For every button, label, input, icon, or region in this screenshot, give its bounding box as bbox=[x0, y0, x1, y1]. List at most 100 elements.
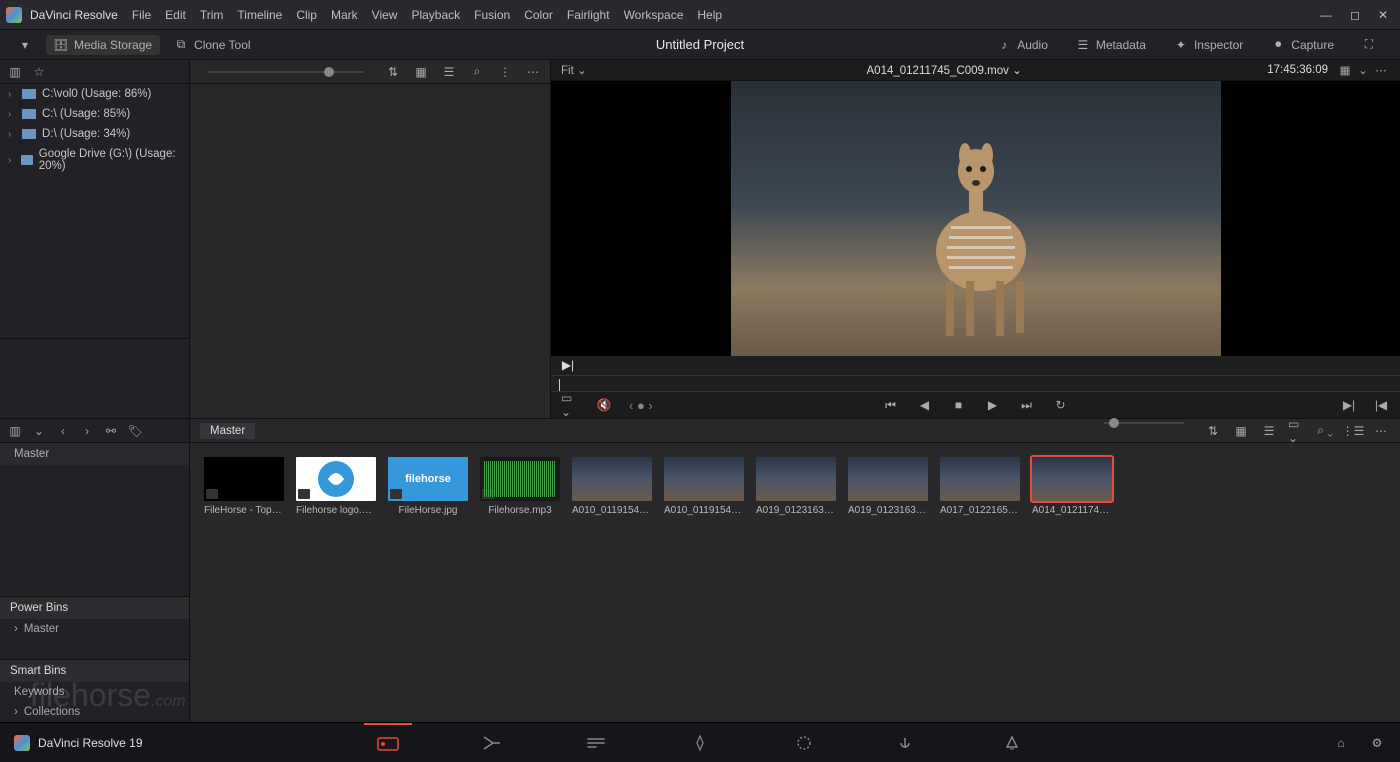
browser-body[interactable] bbox=[190, 84, 550, 418]
bin-tag-icon[interactable]: 🏷 bbox=[126, 422, 144, 440]
clip-item[interactable]: Filehorse logo.png bbox=[296, 457, 376, 516]
storage-drive-item[interactable]: ›C:\ (Usage: 85%) bbox=[0, 104, 189, 124]
pool-options-icon[interactable]: ⋯ bbox=[1372, 422, 1390, 440]
viewer-canvas[interactable] bbox=[551, 81, 1400, 356]
pool-sort-icon[interactable]: ⇅ bbox=[1204, 422, 1222, 440]
layout-toggle-button[interactable]: ▾ bbox=[10, 35, 40, 55]
clone-tool-button[interactable]: ⧉ Clone Tool bbox=[166, 35, 258, 55]
window-maximize-icon[interactable]: ◻ bbox=[1350, 8, 1360, 22]
window-minimize-icon[interactable]: — bbox=[1320, 8, 1332, 22]
filter-icon[interactable]: ⋮ bbox=[496, 63, 514, 81]
zoom-fit-dropdown[interactable]: Fit ⌄ bbox=[561, 63, 621, 77]
viewer-clip-name[interactable]: A014_01211745_C009.mov ⌄ bbox=[621, 63, 1267, 77]
power-bin-item[interactable]: ›Master bbox=[0, 619, 189, 639]
viewer-options-icon[interactable]: ⋯ bbox=[1372, 61, 1390, 79]
mark-out-icon[interactable]: ▶| bbox=[559, 356, 577, 374]
project-manager-icon[interactable]: ⌂ bbox=[1332, 734, 1350, 752]
metadata-panel-button[interactable]: ☰Metadata bbox=[1068, 35, 1154, 55]
options-icon[interactable]: ⋯ bbox=[524, 63, 542, 81]
capture-panel-button[interactable]: ⏺Capture bbox=[1263, 35, 1342, 55]
bin-dropdown-icon[interactable]: ⌄ bbox=[30, 422, 48, 440]
viewer-tc-dropdown-icon[interactable]: ⌄ bbox=[1354, 61, 1372, 79]
bin-link-icon[interactable]: ⚯ bbox=[102, 422, 120, 440]
list-view-icon[interactable]: ☰ bbox=[440, 63, 458, 81]
prev-frame-icon[interactable]: ◀ bbox=[916, 396, 934, 414]
page-deliver[interactable] bbox=[988, 723, 1036, 762]
menu-view[interactable]: View bbox=[372, 8, 398, 22]
clip-item[interactable]: FileHorse - Top 5 -… bbox=[204, 457, 284, 516]
window-close-icon[interactable]: ✕ bbox=[1378, 8, 1388, 22]
menu-timeline[interactable]: Timeline bbox=[237, 8, 282, 22]
loop-icon[interactable]: ↻ bbox=[1052, 396, 1070, 414]
media-storage-button[interactable]: 🗄 Media Storage bbox=[46, 35, 160, 55]
menu-help[interactable]: Help bbox=[697, 8, 722, 22]
search-icon[interactable]: ⌕ bbox=[468, 63, 486, 81]
clip-item[interactable]: filehorseFileHorse.jpg bbox=[388, 457, 468, 516]
page-fairlight[interactable] bbox=[884, 723, 932, 762]
clip-item[interactable]: Filehorse.mp3 bbox=[480, 457, 560, 516]
clip-caption: A017_01221659_C… bbox=[940, 505, 1020, 516]
project-settings-icon[interactable]: ⚙ bbox=[1368, 734, 1386, 752]
home-button[interactable]: DaVinci Resolve 19 bbox=[0, 735, 157, 751]
page-edit[interactable] bbox=[572, 723, 620, 762]
clip-item[interactable]: A017_01221659_C… bbox=[940, 457, 1020, 516]
mute-icon[interactable]: 🔇 bbox=[595, 396, 613, 414]
jog-control[interactable]: ‹ ● › bbox=[629, 398, 653, 413]
page-cut[interactable] bbox=[468, 723, 516, 762]
clip-item[interactable]: A010_01191542_C… bbox=[572, 457, 652, 516]
first-frame-icon[interactable]: ⏮ bbox=[882, 396, 900, 414]
viewer-scrubber[interactable] bbox=[551, 375, 1400, 392]
bin-nav-fwd-icon[interactable]: › bbox=[78, 422, 96, 440]
pool-thumb-size-slider[interactable] bbox=[1094, 422, 1194, 440]
menu-color[interactable]: Color bbox=[524, 8, 553, 22]
pool-list-icon[interactable]: ☰ bbox=[1260, 422, 1278, 440]
storage-drive-item[interactable]: ›D:\ (Usage: 34%) bbox=[0, 124, 189, 144]
pool-search-icon[interactable]: ⌕ ⌄ bbox=[1316, 422, 1334, 440]
go-to-in-icon[interactable]: ▶| bbox=[1340, 396, 1358, 414]
favorite-icon[interactable]: ☆ bbox=[30, 63, 48, 81]
menu-mark[interactable]: Mark bbox=[331, 8, 358, 22]
pool-filter-icon[interactable]: ⋮☰ bbox=[1344, 422, 1362, 440]
match-frame-icon[interactable]: ▭ ⌄ bbox=[561, 396, 579, 414]
grid-view-icon[interactable]: ▦ bbox=[412, 63, 430, 81]
smart-bin-keywords[interactable]: Keywords bbox=[0, 682, 189, 702]
page-fusion[interactable] bbox=[676, 723, 724, 762]
storage-drive-item[interactable]: ›Google Drive (G:\) (Usage: 20%) bbox=[0, 144, 189, 176]
menu-trim[interactable]: Trim bbox=[200, 8, 224, 22]
bin-layout-icon[interactable]: ▥ bbox=[6, 422, 24, 440]
page-color[interactable] bbox=[780, 723, 828, 762]
thumbnail-size-slider[interactable] bbox=[198, 71, 374, 73]
viewer-tc-mode-icon[interactable]: ▦ bbox=[1336, 61, 1354, 79]
active-bin[interactable]: Master bbox=[0, 443, 189, 465]
stop-icon[interactable]: ■ bbox=[950, 396, 968, 414]
pool-strip-icon[interactable]: ▭ ⌄ bbox=[1288, 422, 1306, 440]
clip-item[interactable]: A014_01211745_C… bbox=[1032, 457, 1112, 516]
go-to-out-icon[interactable]: |◀ bbox=[1372, 396, 1390, 414]
menu-fairlight[interactable]: Fairlight bbox=[567, 8, 610, 22]
clip-item[interactable]: A019_01231639_C… bbox=[848, 457, 928, 516]
metadata-label: Metadata bbox=[1096, 38, 1146, 52]
menu-fusion[interactable]: Fusion bbox=[474, 8, 510, 22]
sort-icon[interactable]: ⇅ bbox=[384, 63, 402, 81]
storage-drive-item[interactable]: ›C:\vol0 (Usage: 86%) bbox=[0, 84, 189, 104]
expand-button[interactable]: ⛶ bbox=[1354, 35, 1384, 55]
page-media[interactable] bbox=[364, 723, 412, 762]
menu-workspace[interactable]: Workspace bbox=[624, 8, 684, 22]
viewer-timecode[interactable]: 17:45:36:09 bbox=[1267, 64, 1328, 76]
panel-layout-icon[interactable]: ▥ bbox=[6, 63, 24, 81]
bin-breadcrumb[interactable]: Master bbox=[200, 423, 255, 439]
menu-clip[interactable]: Clip bbox=[296, 8, 317, 22]
source-viewer: Fit ⌄ A014_01211745_C009.mov ⌄ 17:45:36:… bbox=[550, 60, 1400, 418]
smart-bin-collections[interactable]: ›Collections bbox=[0, 702, 189, 722]
play-icon[interactable]: ▶ bbox=[984, 396, 1002, 414]
audio-panel-button[interactable]: ♪Audio bbox=[989, 35, 1056, 55]
menu-edit[interactable]: Edit bbox=[165, 8, 186, 22]
inspector-panel-button[interactable]: ✦Inspector bbox=[1166, 35, 1251, 55]
menu-playback[interactable]: Playback bbox=[411, 8, 460, 22]
pool-grid-icon[interactable]: ▦ bbox=[1232, 422, 1250, 440]
bin-nav-back-icon[interactable]: ‹ bbox=[54, 422, 72, 440]
clip-item[interactable]: A010_01191548_C… bbox=[664, 457, 744, 516]
clip-item[interactable]: A019_01231637_C… bbox=[756, 457, 836, 516]
next-frame-icon[interactable]: ⏭ bbox=[1018, 396, 1036, 414]
menu-file[interactable]: File bbox=[132, 8, 151, 22]
